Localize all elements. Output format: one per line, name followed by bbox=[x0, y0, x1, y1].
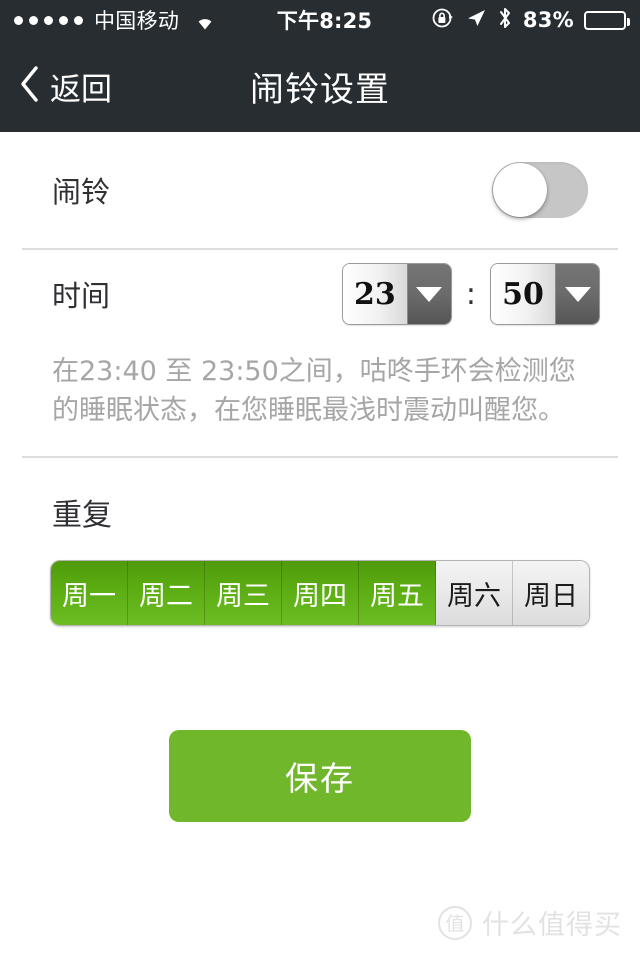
carrier-label: 中国移动 bbox=[94, 9, 180, 33]
status-bar: 中国移动 下午8:25 83% bbox=[0, 0, 640, 40]
alarm-toggle[interactable] bbox=[492, 162, 588, 218]
repeat-day-segment[interactable]: 周一 bbox=[51, 561, 128, 626]
time-picker-group: 23 : 50 bbox=[341, 263, 600, 325]
alarm-row: 闹铃 bbox=[0, 132, 640, 248]
rotation-lock-icon bbox=[431, 6, 455, 35]
repeat-day-label: 周六 bbox=[447, 580, 501, 612]
repeat-day-segment[interactable]: 周五 bbox=[359, 561, 436, 626]
repeat-day-label: 周五 bbox=[370, 580, 424, 612]
repeat-day-label: 周四 bbox=[293, 580, 347, 612]
repeat-title: 重复 bbox=[52, 498, 112, 534]
app-screen: 中国移动 下午8:25 83% 返回 闹铃设置 闹铃 时间 23: 50 在2… bbox=[0, 0, 640, 960]
time-label: 时间 bbox=[52, 279, 111, 313]
watermark-text: 什么值得买 bbox=[482, 910, 622, 941]
time-separator: : bbox=[465, 276, 476, 312]
repeat-day-segment[interactable]: 周四 bbox=[282, 561, 359, 626]
save-button[interactable]: 保存 bbox=[169, 730, 471, 823]
repeat-day-label: 周三 bbox=[216, 580, 270, 612]
minute-select[interactable]: 50 bbox=[490, 263, 600, 325]
chevron-down-icon[interactable] bbox=[555, 264, 599, 324]
repeat-days-segmented-control[interactable]: 周一 周二 周三 周四 周五 周六 周日 bbox=[50, 560, 590, 627]
repeat-day-label: 周一 bbox=[62, 580, 116, 612]
alarm-toggle-knob bbox=[493, 163, 547, 217]
alarm-description: 在23:40 至 23:50之间，咕咚手环会检测您的睡眠状态，在您睡眠最浅时震动… bbox=[52, 356, 576, 427]
status-bar-center: 下午8:25 bbox=[218, 5, 431, 35]
navigation-bar: 返回 闹铃设置 bbox=[0, 40, 640, 132]
battery-icon bbox=[584, 10, 630, 30]
location-arrow-icon bbox=[465, 7, 487, 34]
back-button-label: 返回 bbox=[50, 71, 112, 108]
chevron-left-icon bbox=[18, 65, 40, 107]
save-button-container: 保存 bbox=[0, 626, 640, 823]
repeat-day-segment[interactable]: 周六 bbox=[436, 561, 513, 626]
chevron-down-icon[interactable] bbox=[406, 264, 451, 324]
status-bar-clock: 下午8:25 bbox=[276, 9, 373, 33]
repeat-day-label: 周二 bbox=[139, 580, 193, 612]
minute-value: 50 bbox=[491, 264, 555, 324]
bluetooth-icon bbox=[497, 6, 513, 35]
status-bar-right: 83% bbox=[431, 6, 630, 35]
repeat-day-segment[interactable]: 周日 bbox=[513, 561, 589, 626]
battery-percent-label: 83% bbox=[522, 8, 574, 32]
repeat-day-label: 周日 bbox=[524, 580, 578, 612]
repeat-days-container: 周一 周二 周三 周四 周五 周六 周日 bbox=[0, 534, 640, 627]
hour-value: 23 bbox=[342, 264, 407, 324]
back-button[interactable]: 返回 bbox=[0, 64, 112, 109]
wifi-icon bbox=[192, 11, 218, 30]
repeat-day-segment[interactable]: 周二 bbox=[128, 561, 205, 626]
settings-content: 闹铃 时间 23 : 50 在23:40 至 23:50之间，咕咚手环会检测您的… bbox=[0, 132, 640, 823]
watermark: 值 什么值得买 bbox=[438, 903, 622, 942]
status-bar-left: 中国移动 bbox=[14, 5, 218, 35]
repeat-day-segment[interactable]: 周三 bbox=[205, 561, 282, 626]
time-row: 时间 23 : 50 bbox=[0, 250, 640, 338]
hour-select[interactable]: 23 bbox=[341, 263, 452, 325]
signal-strength-icon bbox=[14, 15, 83, 25]
watermark-logo-icon: 值 bbox=[438, 905, 472, 940]
alarm-label: 闹铃 bbox=[52, 175, 111, 209]
